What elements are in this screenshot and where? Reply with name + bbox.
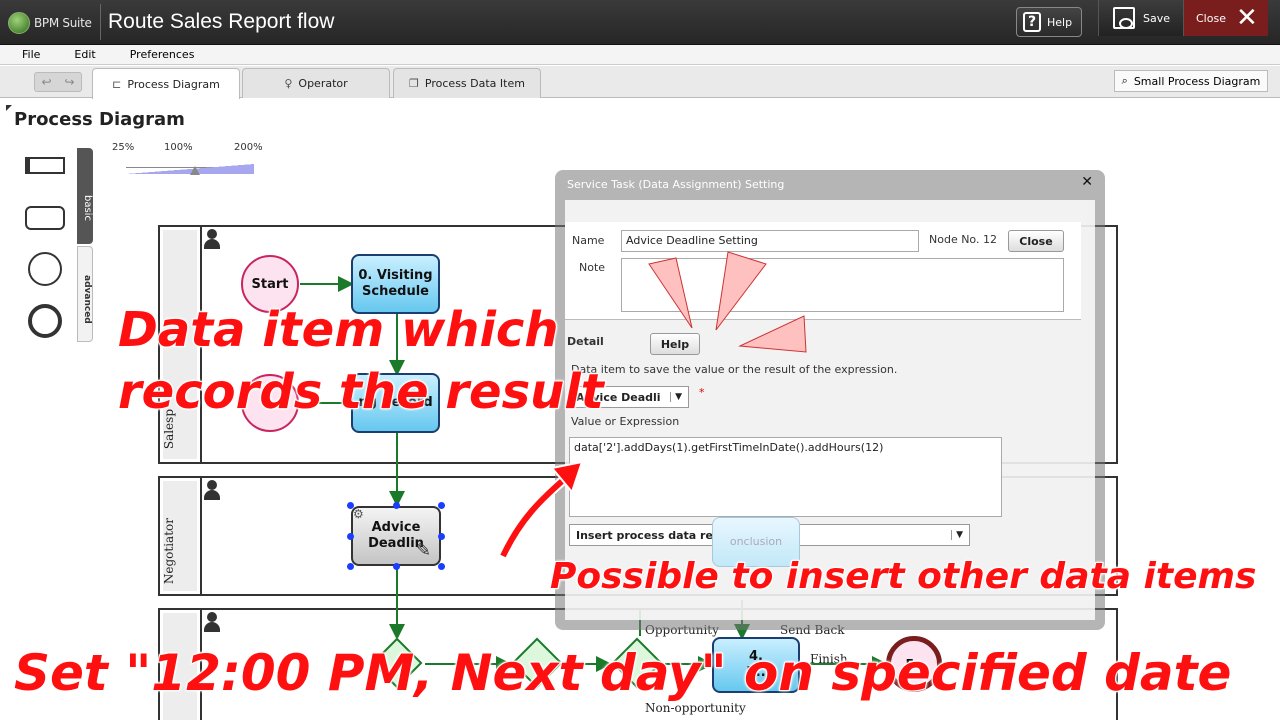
app-root: BPM Suite Route Sales Report flow ? Help… (0, 0, 1280, 720)
pointer-triangle (648, 257, 693, 329)
annotation-line1: Data item which (117, 301, 560, 359)
annotation-bottom: Set "12:00 PM, Next day" on specified da… (13, 643, 1232, 703)
annotation-line2: records the result (117, 363, 605, 421)
pointer-triangle (715, 251, 767, 331)
pointer-triangle (738, 315, 807, 353)
annotation-insert-note: Possible to insert other data items (549, 555, 1257, 598)
annotation-overlay (498, 251, 807, 559)
